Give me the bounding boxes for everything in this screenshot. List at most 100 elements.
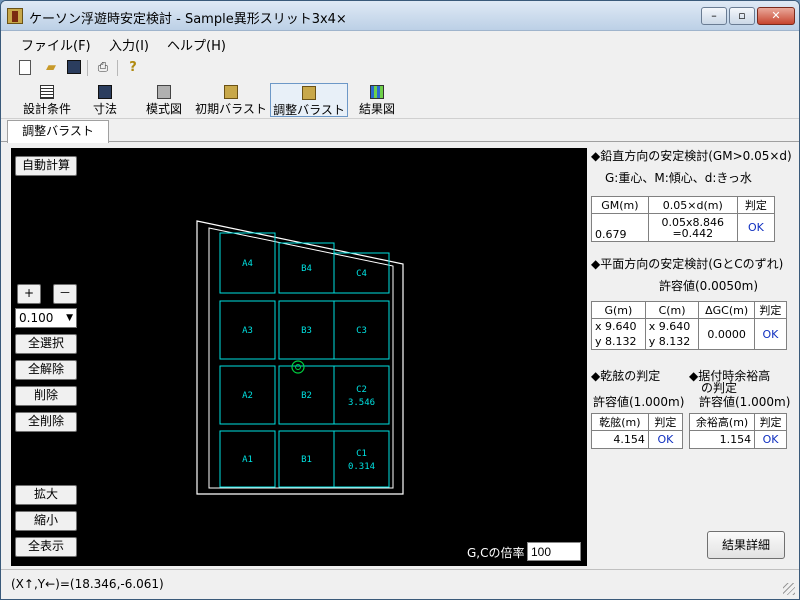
gm-required-value: 0.05x8.846 =0.442 [647, 213, 738, 242]
cursor-coordinates: (X↑,Y←)=(18.346,-6.061) [11, 577, 164, 591]
cell-label: B1 [301, 455, 312, 465]
mode-design-conditions-button[interactable]: 設計条件 [19, 83, 75, 117]
check-results-panel: ◆鉛直方向の安定検討(GM>0.05×d) G:重心、M:傾心、d:きっ水 GM… [589, 143, 799, 567]
step-value-select[interactable]: 0.100 ▼ [15, 308, 77, 328]
cell-ballast-value: 0.314 [348, 462, 375, 472]
decrement-button[interactable]: － [53, 284, 77, 304]
model-icon [157, 85, 171, 99]
mode-label: 模式図 [145, 102, 182, 116]
g-y-value: y 8.132 [595, 335, 637, 348]
center-of-buoyancy-marker [295, 364, 301, 370]
planar-check-table: G(m) C(m) ΔGC(m) 判定 x 9.640 y 8.132 x 9.6… [591, 301, 788, 350]
menu-help[interactable]: ヘルプ(H) [167, 35, 226, 54]
cell-label: B2 [301, 391, 312, 401]
delete-button[interactable]: 削除 [15, 386, 77, 406]
window-title: ケーソン浮遊時安定検討 - Sample異形スリット3x4× [29, 12, 347, 27]
show-all-button[interactable]: 全表示 [15, 537, 77, 557]
mode-dimensions-button[interactable]: 寸法 [85, 83, 125, 117]
column-header: G(m) [591, 301, 646, 319]
ballast-cell-c2[interactable] [333, 365, 390, 425]
gm-required-line2: =0.442 [672, 226, 714, 240]
ballast-cell-c1[interactable] [333, 430, 390, 488]
vertical-check-heading: ◆鉛直方向の安定検討(GM>0.05×d) [591, 149, 792, 163]
mode-result-diagram-button[interactable]: 結果図 [355, 83, 399, 117]
table-icon [40, 85, 54, 99]
app-window: ケーソン浮遊時安定検討 - Sample異形スリット3x4× – ▫ ✕ ファイ… [0, 0, 800, 600]
tab-adjust-ballast[interactable]: 調整バラスト [7, 120, 109, 143]
minimize-button[interactable]: – [701, 7, 727, 25]
mode-label: 結果図 [358, 102, 395, 116]
column-header: 判定 [647, 413, 684, 431]
column-header: ΔGC(m) [698, 301, 755, 319]
title-bar: ケーソン浮遊時安定検討 - Sample異形スリット3x4× – ▫ ✕ [1, 1, 799, 31]
caisson-plan-view: A4 B4 C4 A3 B3 C3 A2 B2 C2 3.546 A1 B1 C1 0.314 [196, 220, 404, 495]
standard-toolbar: ▰ ⎙ ? [1, 56, 799, 80]
caisson-outline [196, 220, 404, 495]
column-header: GM(m) [591, 196, 649, 214]
freeboard-value: 4.154 [591, 430, 649, 449]
chevron-down-icon: ▼ [66, 313, 73, 323]
cell-label: A3 [242, 326, 253, 336]
margin-value: 1.154 [688, 430, 756, 449]
column-header: 乾舷(m) [591, 413, 649, 431]
zoom-out-button[interactable]: 縮小 [15, 511, 77, 531]
new-file-icon[interactable] [19, 60, 31, 75]
cell-label: C2 [356, 385, 367, 395]
increment-button[interactable]: + [17, 284, 41, 304]
vertical-check-note: G:重心、M:傾心、d:きっ水 [605, 171, 752, 185]
margin-allowance: 許容値(1.000m) [699, 395, 791, 409]
gm-value: 0.679 [591, 213, 649, 242]
toolbar-separator [87, 60, 88, 76]
delete-all-button[interactable]: 全削除 [15, 412, 77, 432]
vertical-judge: OK [736, 213, 776, 242]
gc-marker [291, 360, 305, 374]
drawing-canvas[interactable]: A4 B4 C4 A3 B3 C3 A2 B2 C2 3.546 A1 B1 C1 0.314 自動計算 … [11, 148, 587, 566]
auto-calc-button[interactable]: 自動計算 [15, 156, 77, 176]
column-header: 判定 [736, 196, 776, 214]
margin-table: 余裕高(m) 判定 1.154 OK [688, 413, 787, 449]
mode-initial-ballast-button[interactable]: 初期バラスト [193, 83, 269, 117]
freeboard-judge: OK [647, 430, 684, 449]
maximize-button[interactable]: ▫ [729, 7, 755, 25]
step-value-text: 0.100 [19, 311, 54, 325]
cell-label: C1 [356, 449, 367, 459]
freeboard-table: 乾舷(m) 判定 4.154 OK [591, 413, 684, 449]
c-coordinates: x 9.640 y 8.132 [644, 318, 700, 350]
mode-schematic-button[interactable]: 模式図 [141, 83, 187, 117]
menu-input[interactable]: 入力(I) [109, 35, 149, 54]
ballast-cells: A4 B4 C4 A3 B3 C3 A2 B2 C2 3.546 A1 B1 C1 0.314 [219, 232, 390, 488]
select-all-button[interactable]: 全選択 [15, 334, 77, 354]
gc-ratio-label: G,Cの倍率 [467, 546, 525, 560]
center-of-gravity-marker [291, 360, 305, 374]
toolbar-separator [117, 60, 118, 76]
mode-adjust-ballast-button[interactable]: 調整バラスト [270, 83, 348, 117]
help-icon[interactable]: ? [125, 60, 141, 76]
column-header: 0.05×d(m) [647, 196, 738, 214]
delta-gc-value: 0.0000 [698, 318, 755, 350]
mode-label: 設計条件 [22, 102, 71, 116]
mode-label: 寸法 [92, 102, 117, 116]
g-x-value: x 9.640 [595, 320, 637, 333]
gc-ratio-input[interactable] [527, 542, 581, 561]
column-header: 判定 [754, 413, 787, 431]
close-button[interactable]: ✕ [757, 7, 795, 25]
cell-label: B3 [301, 326, 312, 336]
resize-grip-icon[interactable] [783, 583, 795, 595]
zoom-in-button[interactable]: 拡大 [15, 485, 77, 505]
column-header: C(m) [644, 301, 700, 319]
open-folder-icon[interactable]: ▰ [43, 60, 59, 76]
print-icon[interactable]: ⎙ [95, 60, 111, 76]
menu-bar: ファイル(F) 入力(I) ヘルプ(H) [1, 32, 799, 54]
deselect-all-button[interactable]: 全解除 [15, 360, 77, 380]
margin-judge: OK [754, 430, 787, 449]
result-icon [370, 85, 384, 99]
freeboard-allowance: 許容値(1.000m) [593, 395, 685, 409]
cell-label: A2 [242, 391, 253, 401]
cell-label: B4 [301, 264, 312, 274]
planar-check-allowance: 許容値(0.0050m) [659, 279, 759, 293]
result-detail-button[interactable]: 結果詳細 [707, 531, 785, 559]
menu-file[interactable]: ファイル(F) [21, 35, 91, 54]
cell-label: C3 [356, 326, 367, 336]
save-icon[interactable] [67, 60, 81, 74]
mode-toolbar: 設計条件 寸法 模式図 初期バラスト 調整バラスト 結果図 [1, 81, 799, 119]
